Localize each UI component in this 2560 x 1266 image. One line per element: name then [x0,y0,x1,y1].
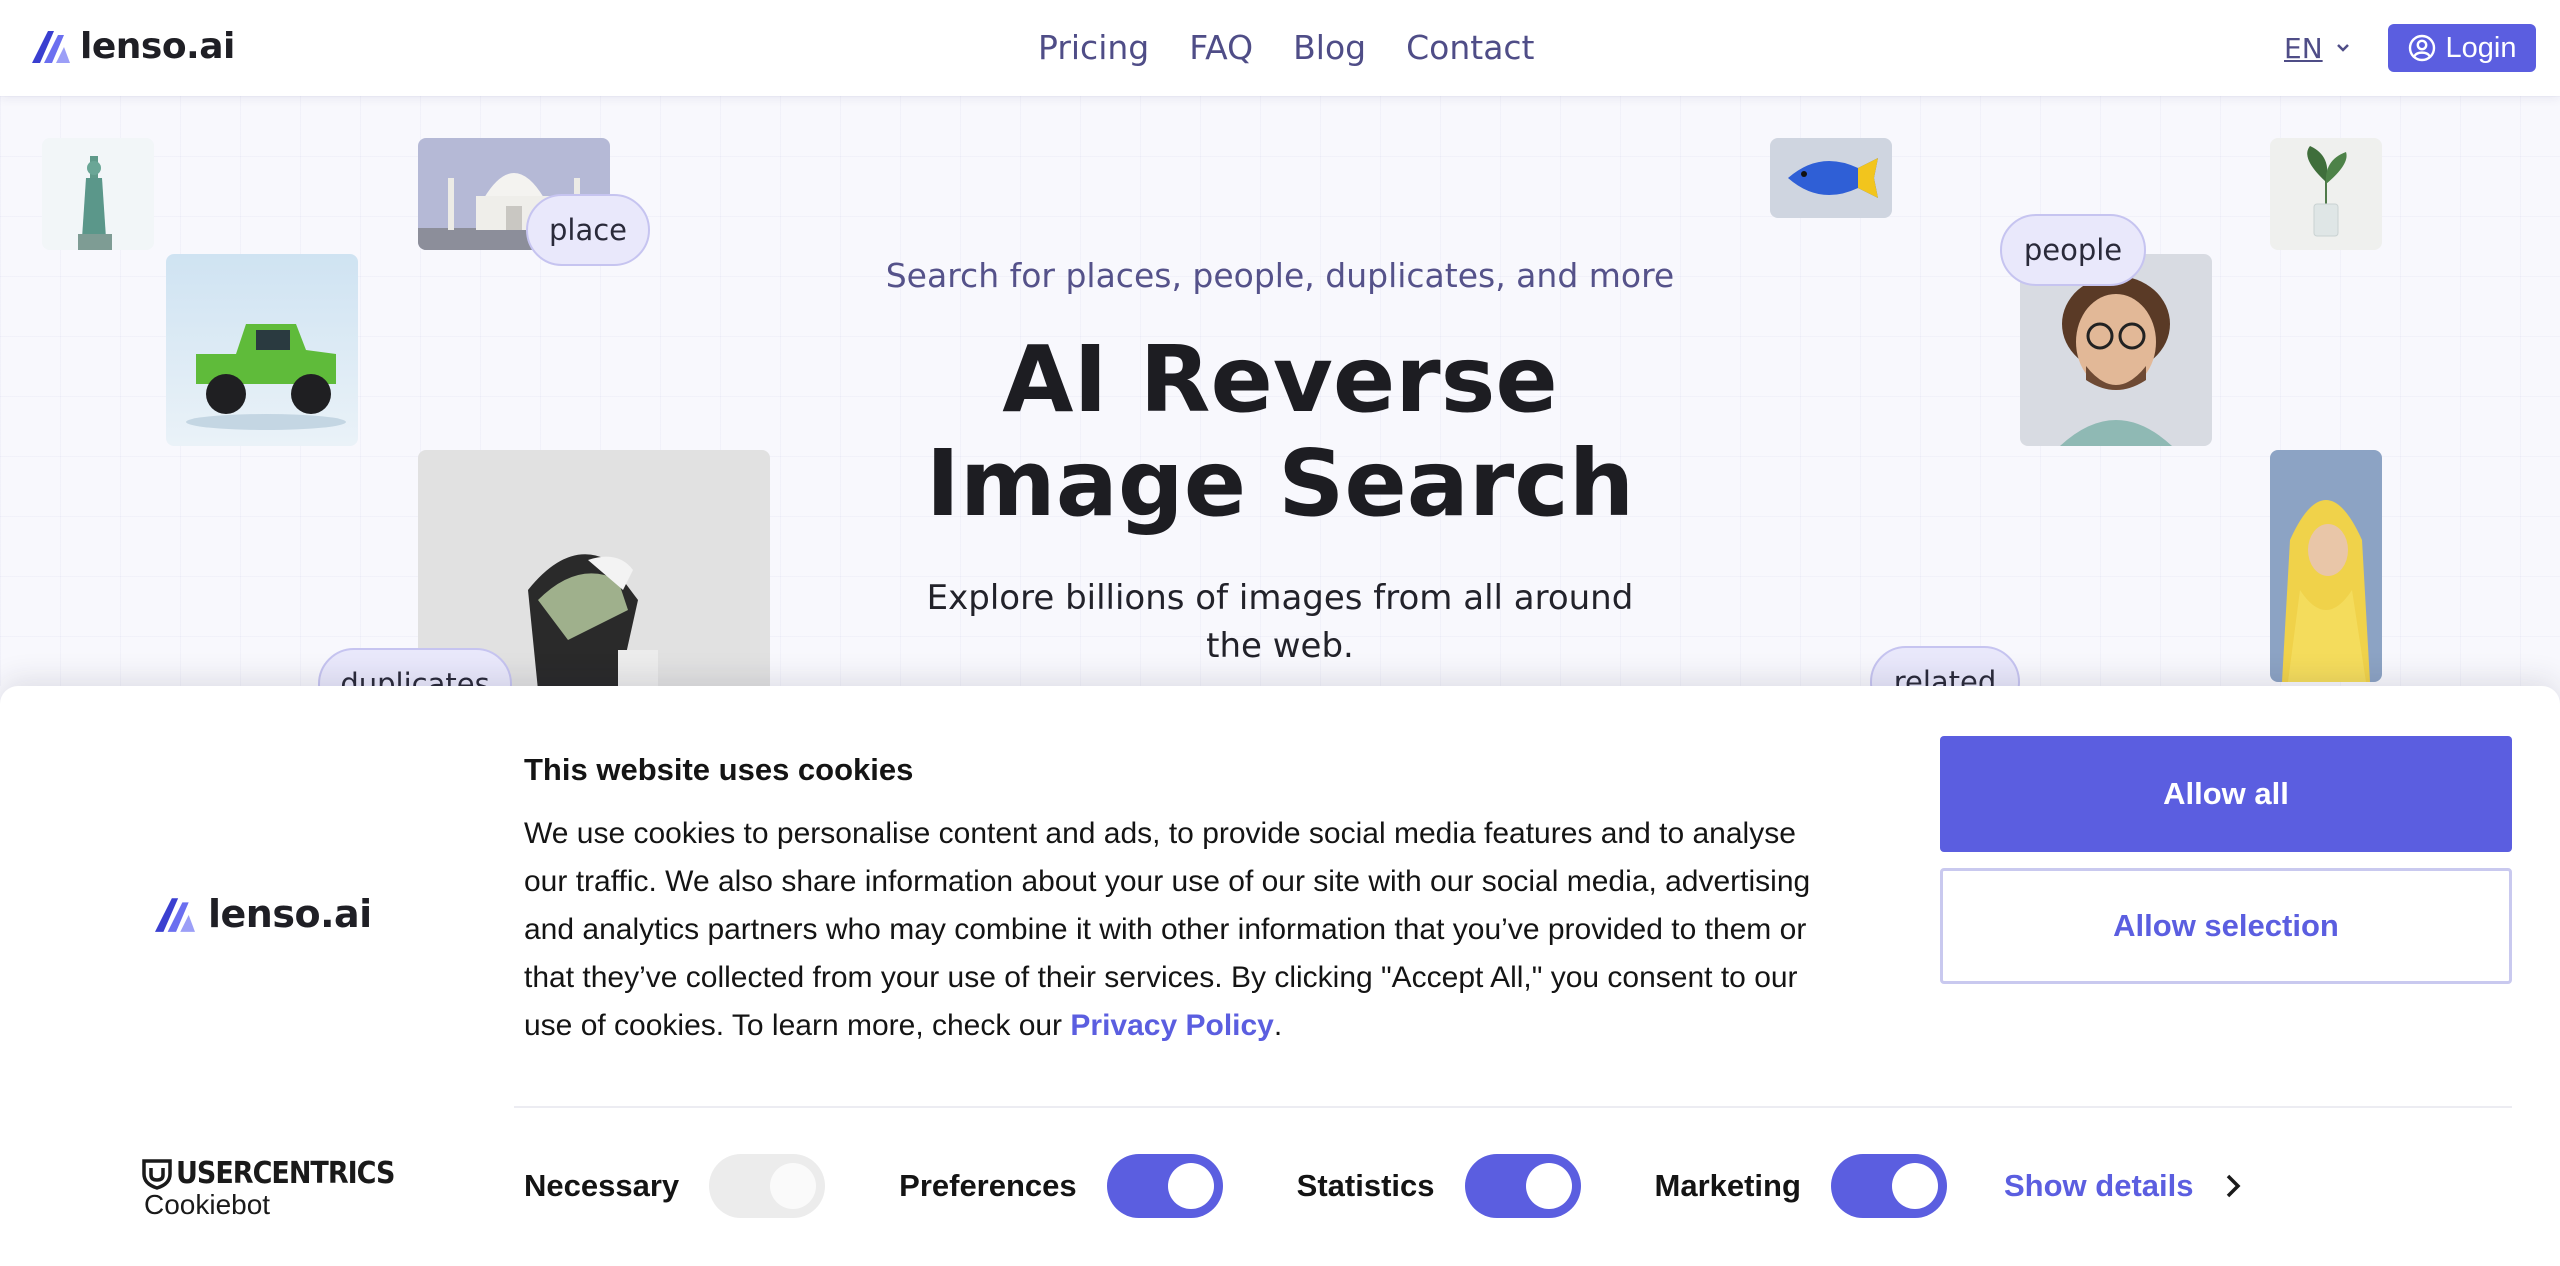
allow-selection-button[interactable]: Allow selection [1940,868,2512,984]
toggle-statistics-group: Statistics [1297,1154,1581,1218]
hero-section: place duplicates people related Search f… [0,96,2560,686]
user-circle-icon [2408,34,2435,62]
nav-blog[interactable]: Blog [1293,24,1366,72]
nav-pricing[interactable]: Pricing [1038,24,1149,72]
hero-subtitle: Search for places, people, duplicates, a… [885,256,1675,295]
toggle-preferences[interactable] [1106,1154,1223,1218]
toggle-marketing-group: Marketing [1655,1154,1947,1218]
toggle-necessary [709,1154,826,1218]
cookie-banner-logo: lenso.ai [152,892,372,936]
allow-all-button[interactable]: Allow all [1940,736,2512,852]
site-header: lenso.ai Pricing FAQ Blog Contact EN Log… [0,0,2560,96]
show-details-link[interactable]: Show details [2004,1154,2243,1218]
cookie-divider [514,1106,2512,1108]
lenso-logo-icon [155,898,195,932]
toggle-marketing[interactable] [1830,1154,1947,1218]
cookie-description: We use cookies to personalise content an… [524,817,1811,1042]
plant-vase-image[interactable] [2270,138,2382,250]
nav-contact[interactable]: Contact [1406,24,1534,72]
language-selector[interactable]: EN [2284,26,2351,70]
logo-text: lenso.ai [80,25,235,67]
cookie-consent-banner: lenso.ai USERCENTRICS Cookiebot This web… [0,686,2560,1266]
nav-faq[interactable]: FAQ [1189,24,1253,72]
lenso-logo-icon [32,31,70,63]
chip-related[interactable]: related [1870,646,2020,686]
chevron-down-icon [2336,44,2349,52]
hero-description: Explore billions of images from all arou… [926,578,1634,666]
site-logo[interactable]: lenso.ai [30,22,235,70]
usercentrics-cookiebot-brand[interactable]: USERCENTRICS Cookiebot [142,1156,395,1221]
login-label: Login [2445,31,2517,64]
toggle-preferences-group: Preferences [899,1154,1223,1218]
cookie-category-toggles: Necessary Preferences Statistics Marketi… [524,1154,2021,1218]
language-code: EN [2284,31,2323,65]
cookie-title: This website uses cookies [524,752,914,787]
statue-of-liberty-image[interactable] [42,138,154,250]
blue-fish-image[interactable] [1770,138,1892,218]
privacy-policy-link[interactable]: Privacy Policy [1070,1009,1273,1042]
hero-title: AI Reverse Image Search [925,326,1635,537]
chevron-right-icon [2227,1174,2241,1198]
chip-duplicates[interactable]: duplicates [318,648,512,686]
shield-icon [142,1158,172,1190]
toggle-statistics[interactable] [1464,1154,1581,1218]
login-button[interactable]: Login [2388,24,2536,72]
main-nav: Pricing FAQ Blog Contact [1038,24,1535,72]
toggle-necessary-group: Necessary [524,1154,826,1218]
